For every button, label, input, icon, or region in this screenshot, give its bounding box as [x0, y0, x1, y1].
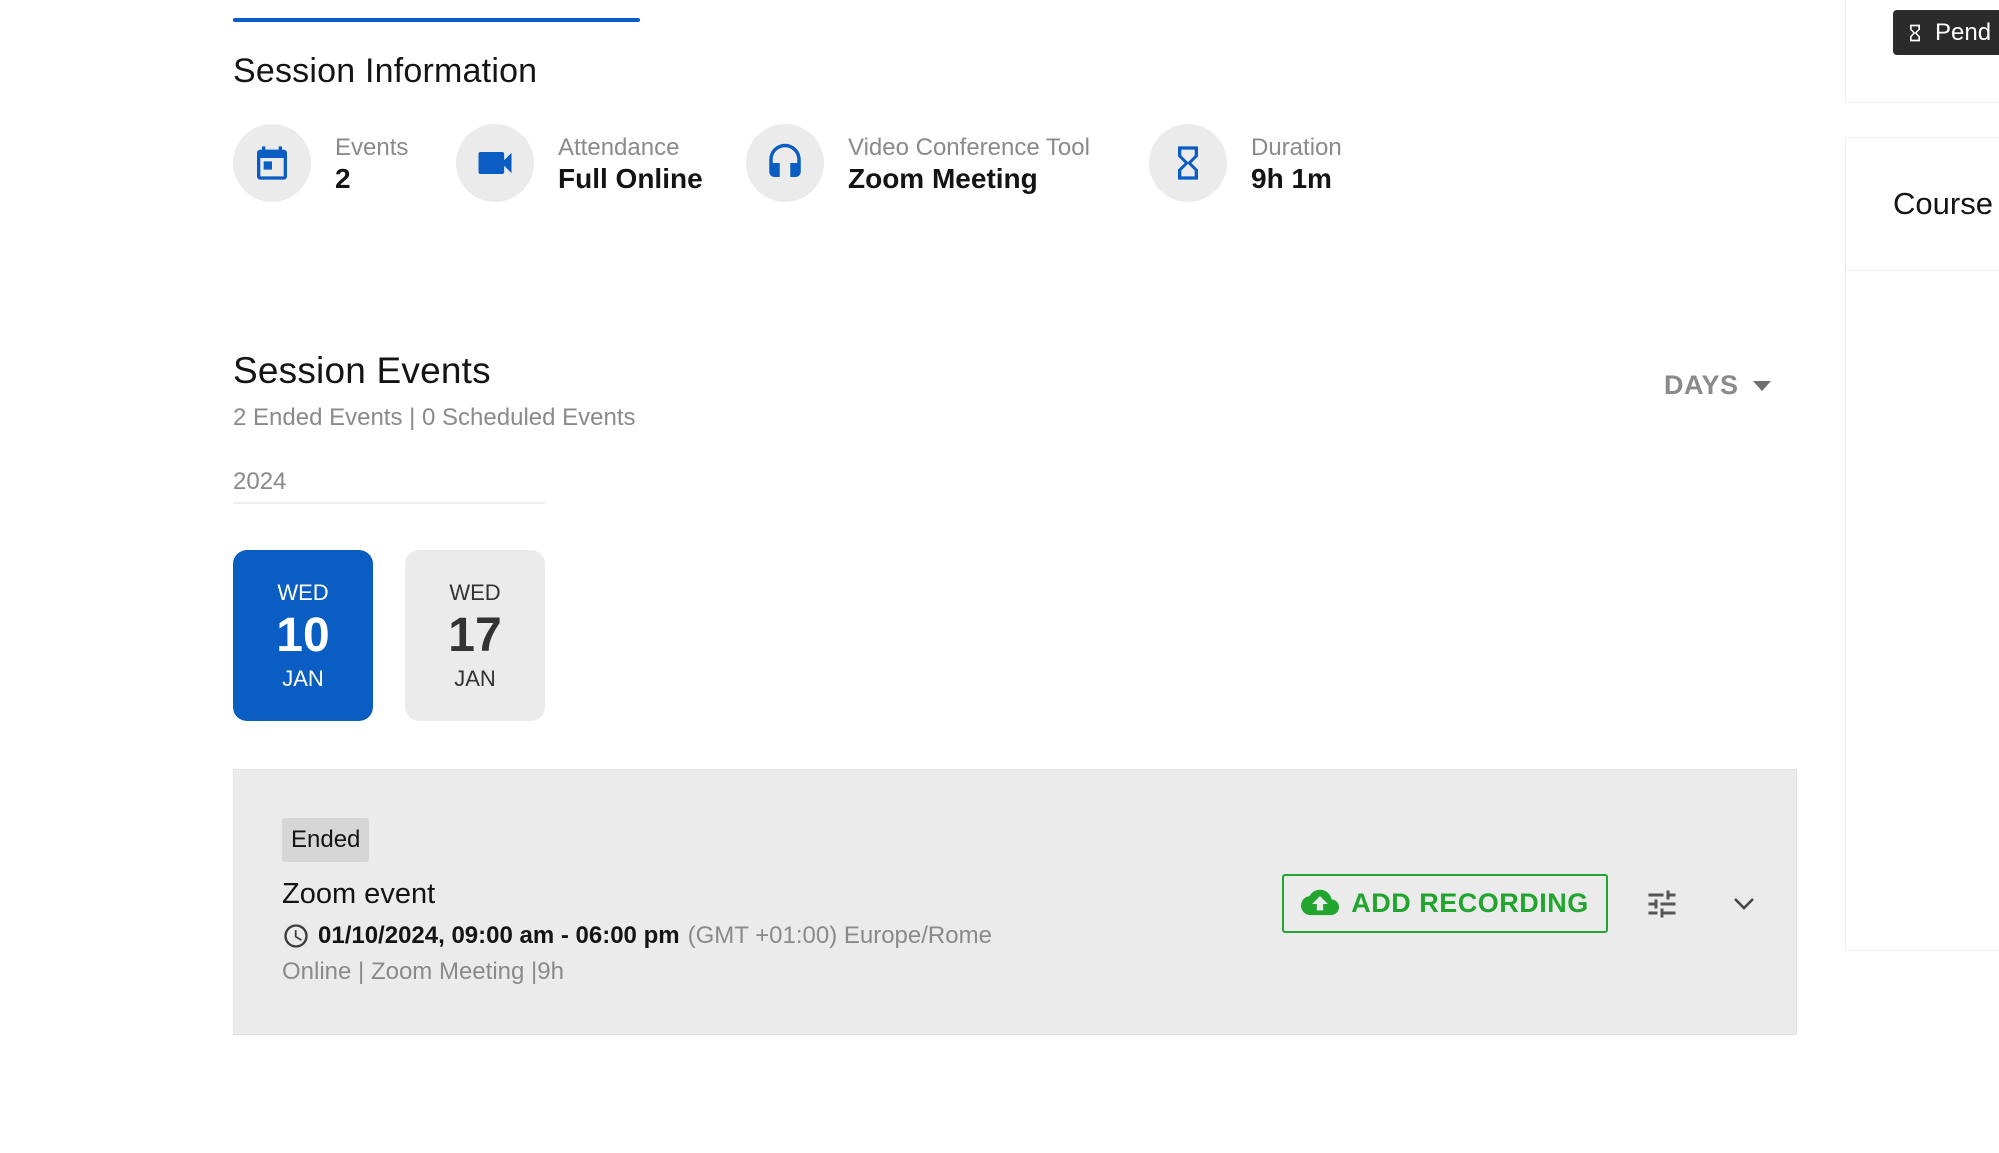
- day-card-selected[interactable]: WED 10 JAN: [233, 550, 373, 721]
- clock-icon: [284, 924, 308, 948]
- headset-icon: [746, 124, 824, 202]
- day-of-week: WED: [449, 579, 501, 605]
- hourglass-icon: [1149, 124, 1227, 202]
- active-tab-indicator: [233, 18, 640, 22]
- side-panel-course: [1845, 137, 1999, 951]
- info-value: Full Online: [558, 163, 703, 194]
- day-of-week: WED: [277, 579, 329, 605]
- side-panel-heading: Course: [1893, 186, 1993, 221]
- day-number: 10: [276, 608, 330, 662]
- event-title: Zoom event: [282, 878, 436, 910]
- cloud-upload-icon: [1301, 889, 1340, 915]
- view-mode-dropdown[interactable]: DAYS: [1664, 370, 1771, 401]
- event-time-row: 01/10/2024, 09:00 am - 06:00 pm (GMT +01…: [282, 922, 992, 950]
- pending-label: Pend: [1935, 18, 1992, 46]
- session-information-title: Session Information: [233, 52, 538, 90]
- year-divider: [233, 502, 545, 504]
- caret-down-icon: [1752, 380, 1771, 391]
- pending-status-badge: Pend: [1893, 10, 1999, 55]
- info-label: Events: [335, 134, 409, 161]
- event-time: 01/10/2024, 09:00 am - 06:00 pm: [318, 922, 680, 949]
- expand-button[interactable]: [1726, 886, 1762, 922]
- event-timezone: (GMT +01:00) Europe/Rome: [687, 922, 992, 949]
- info-label: Video Conference Tool: [848, 134, 1090, 161]
- year-label: 2024: [233, 468, 287, 495]
- events-summary: 2 Ended Events | 0 Scheduled Events: [233, 404, 636, 431]
- month-label: JAN: [282, 665, 324, 691]
- info-value: 2: [335, 163, 351, 194]
- add-recording-button[interactable]: ADD RECORDING: [1282, 874, 1608, 933]
- info-value: Zoom Meeting: [848, 163, 1038, 194]
- day-card[interactable]: WED 17 JAN: [405, 550, 545, 721]
- info-value: 9h 1m: [1251, 163, 1332, 194]
- video-camera-icon: [456, 124, 534, 202]
- hourglass-icon: [1910, 24, 1920, 41]
- view-mode-label: DAYS: [1664, 370, 1739, 400]
- calendar-icon: [233, 124, 311, 202]
- settings-sliders-button[interactable]: [1642, 884, 1682, 924]
- tune-icon: [1648, 890, 1676, 918]
- day-number: 17: [448, 608, 502, 662]
- status-badge: Ended: [282, 818, 370, 862]
- info-label: Duration: [1251, 134, 1342, 161]
- side-panel-divider: [1845, 270, 1999, 271]
- add-recording-label: ADD RECORDING: [1351, 888, 1589, 918]
- event-meta: Online | Zoom Meeting |9h: [282, 958, 564, 985]
- session-events-title: Session Events: [233, 350, 491, 391]
- event-card: Ended Zoom event 01/10/2024, 09:00 am - …: [233, 769, 1797, 1035]
- info-label: Attendance: [558, 134, 680, 161]
- month-label: JAN: [454, 665, 496, 691]
- chevron-down-icon: [1734, 898, 1754, 910]
